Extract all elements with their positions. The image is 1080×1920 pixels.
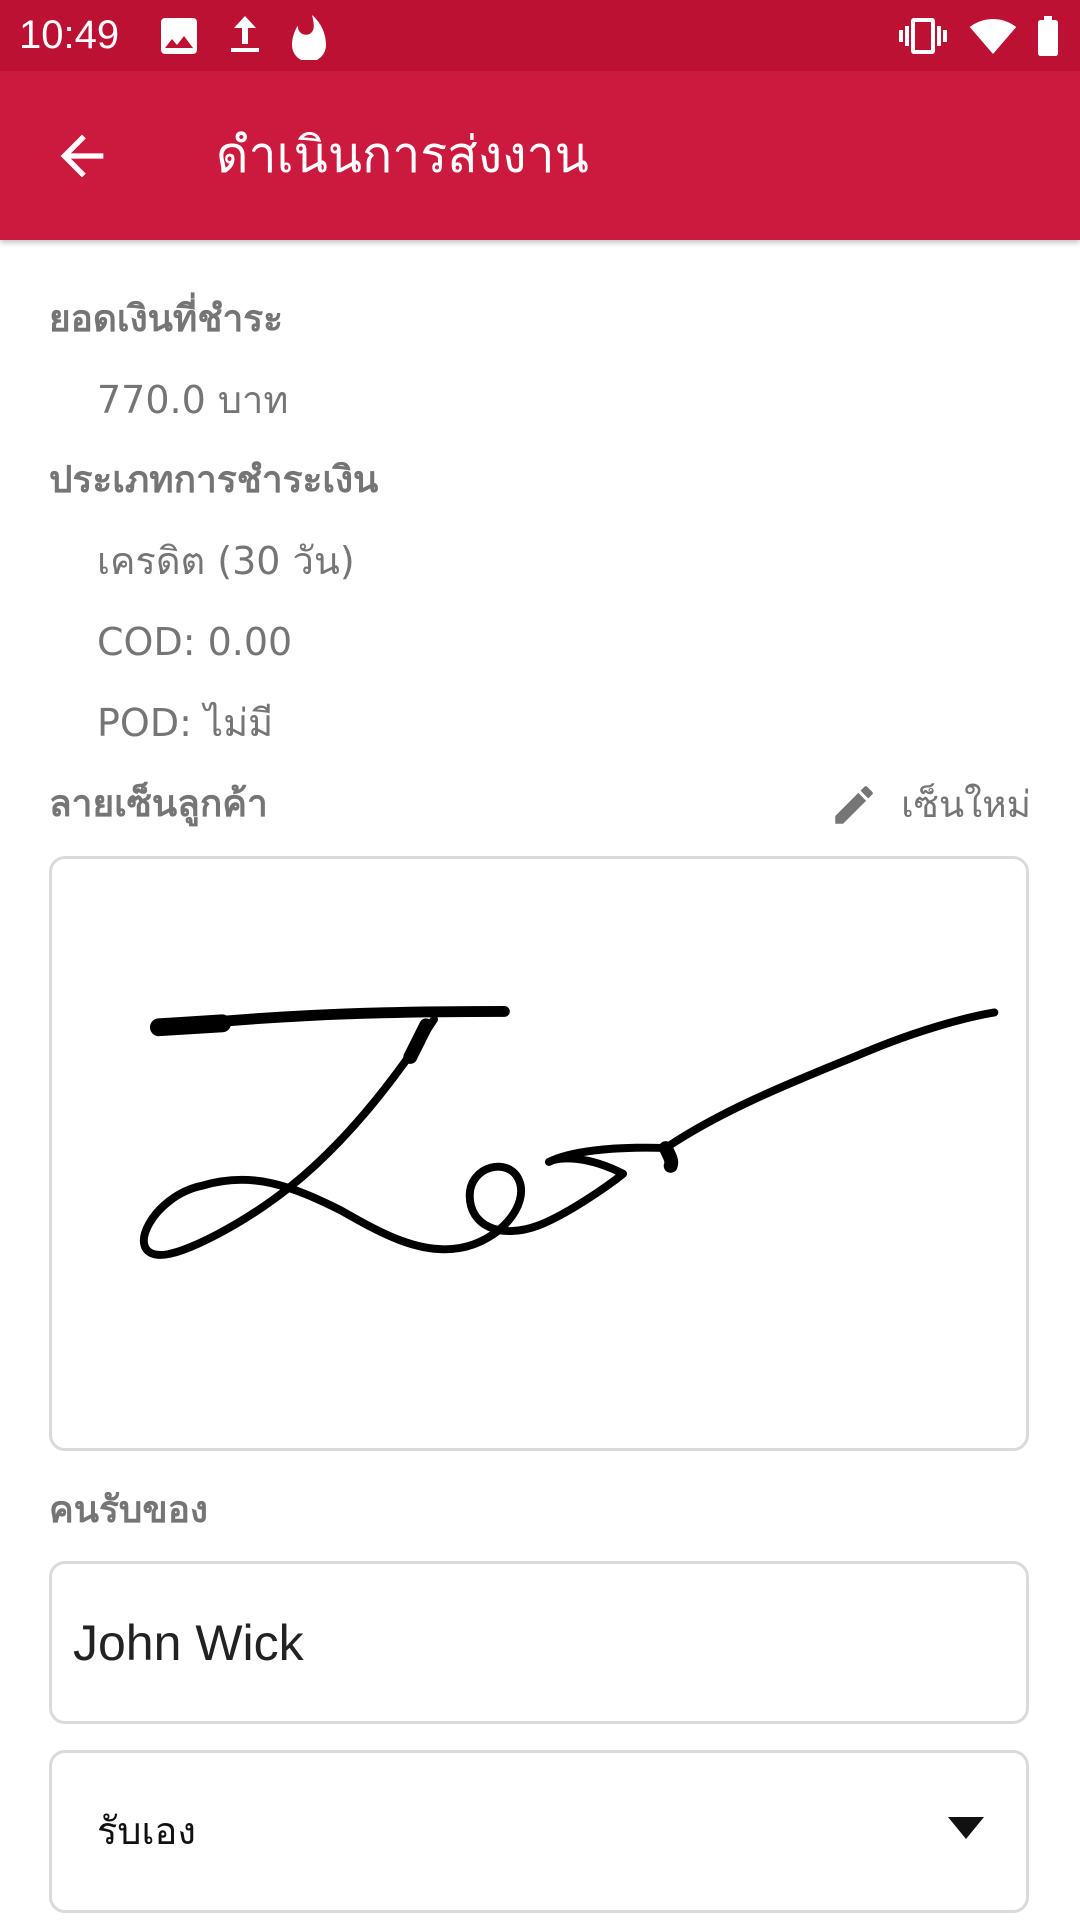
image-icon [155,12,203,60]
payment-type-value: เครดิต (30 วัน) [97,539,355,583]
app-bar: ดำเนินการส่งงาน [0,71,1080,240]
battery-icon [1024,12,1072,60]
dropdown-selected-value: รับเอง [97,1809,196,1853]
page-title: ดำเนินการส่งงาน [216,126,589,184]
upload-icon [221,12,269,60]
arrow-back-icon [60,134,104,178]
wifi-icon [969,12,1017,60]
status-time: 10:49 [19,13,120,57]
resign-button[interactable]: เซ็นใหม่ [829,777,1031,833]
back-button[interactable] [40,114,124,198]
receiver-relation-dropdown[interactable]: รับเอง [49,1750,1029,1913]
dropdown-arrow-icon [948,1817,984,1839]
payment-type-label: ประเภทการชำระเงิน [49,458,379,501]
cod-value: COD: 0.00 [97,620,293,664]
receiver-label: คนรับของ [49,1488,208,1531]
receiver-name-input[interactable] [73,1564,973,1721]
fire-icon [287,12,335,60]
pencil-icon [835,786,873,824]
pod-value: POD: ไม่มี [97,701,274,745]
amount-value: 770.0 บาท [97,378,289,422]
signature-label: ลายเซ็นลูกค้า [49,782,268,825]
amount-label: ยอดเงินที่ชำระ [49,297,283,340]
signature-drawing [139,1006,999,1259]
vibrate-icon [899,12,947,60]
resign-label: เซ็นใหม่ [901,783,1031,826]
signature-pad[interactable] [49,856,1029,1451]
receiver-name-field[interactable] [49,1561,1029,1724]
status-bar: 10:49 [0,0,1080,71]
